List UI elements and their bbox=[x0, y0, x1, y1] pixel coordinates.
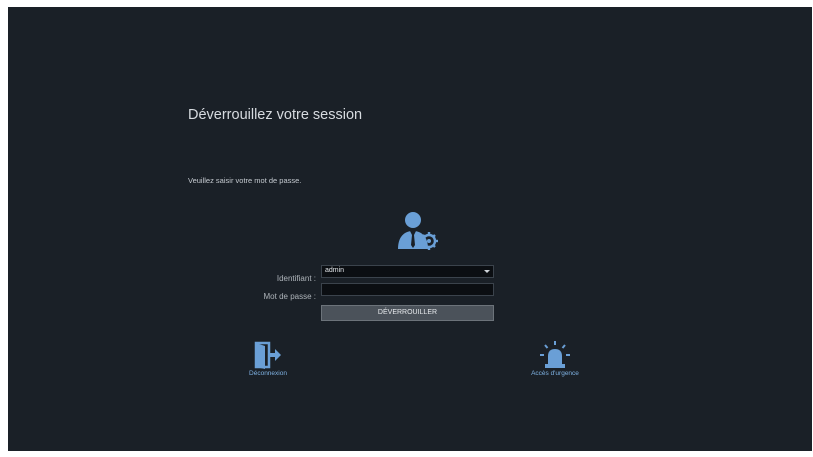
username-select[interactable]: admin bbox=[321, 265, 494, 278]
password-label: Mot de passe : bbox=[263, 292, 316, 301]
username-value: admin bbox=[325, 267, 345, 274]
user-admin-gear-icon bbox=[398, 212, 438, 250]
chevron-down-icon[interactable] bbox=[484, 270, 490, 273]
page-title: Déverrouillez votre session bbox=[188, 107, 363, 123]
logout-link[interactable]: Déconnexion bbox=[228, 370, 308, 377]
password-field[interactable] bbox=[321, 283, 494, 296]
instruction-text: Veuillez saisir votre mot de passe. bbox=[188, 176, 302, 185]
lock-screen: Déverrouillez votre session Veuillez sai… bbox=[8, 7, 812, 451]
unlock-button[interactable]: DÉVERROUILLER bbox=[321, 305, 494, 321]
logout-door-icon[interactable] bbox=[253, 341, 283, 369]
emergency-access-link[interactable]: Accès d'urgence bbox=[515, 370, 595, 377]
username-label: Identifiant : bbox=[276, 274, 316, 283]
emergency-beacon-icon[interactable] bbox=[539, 340, 571, 370]
